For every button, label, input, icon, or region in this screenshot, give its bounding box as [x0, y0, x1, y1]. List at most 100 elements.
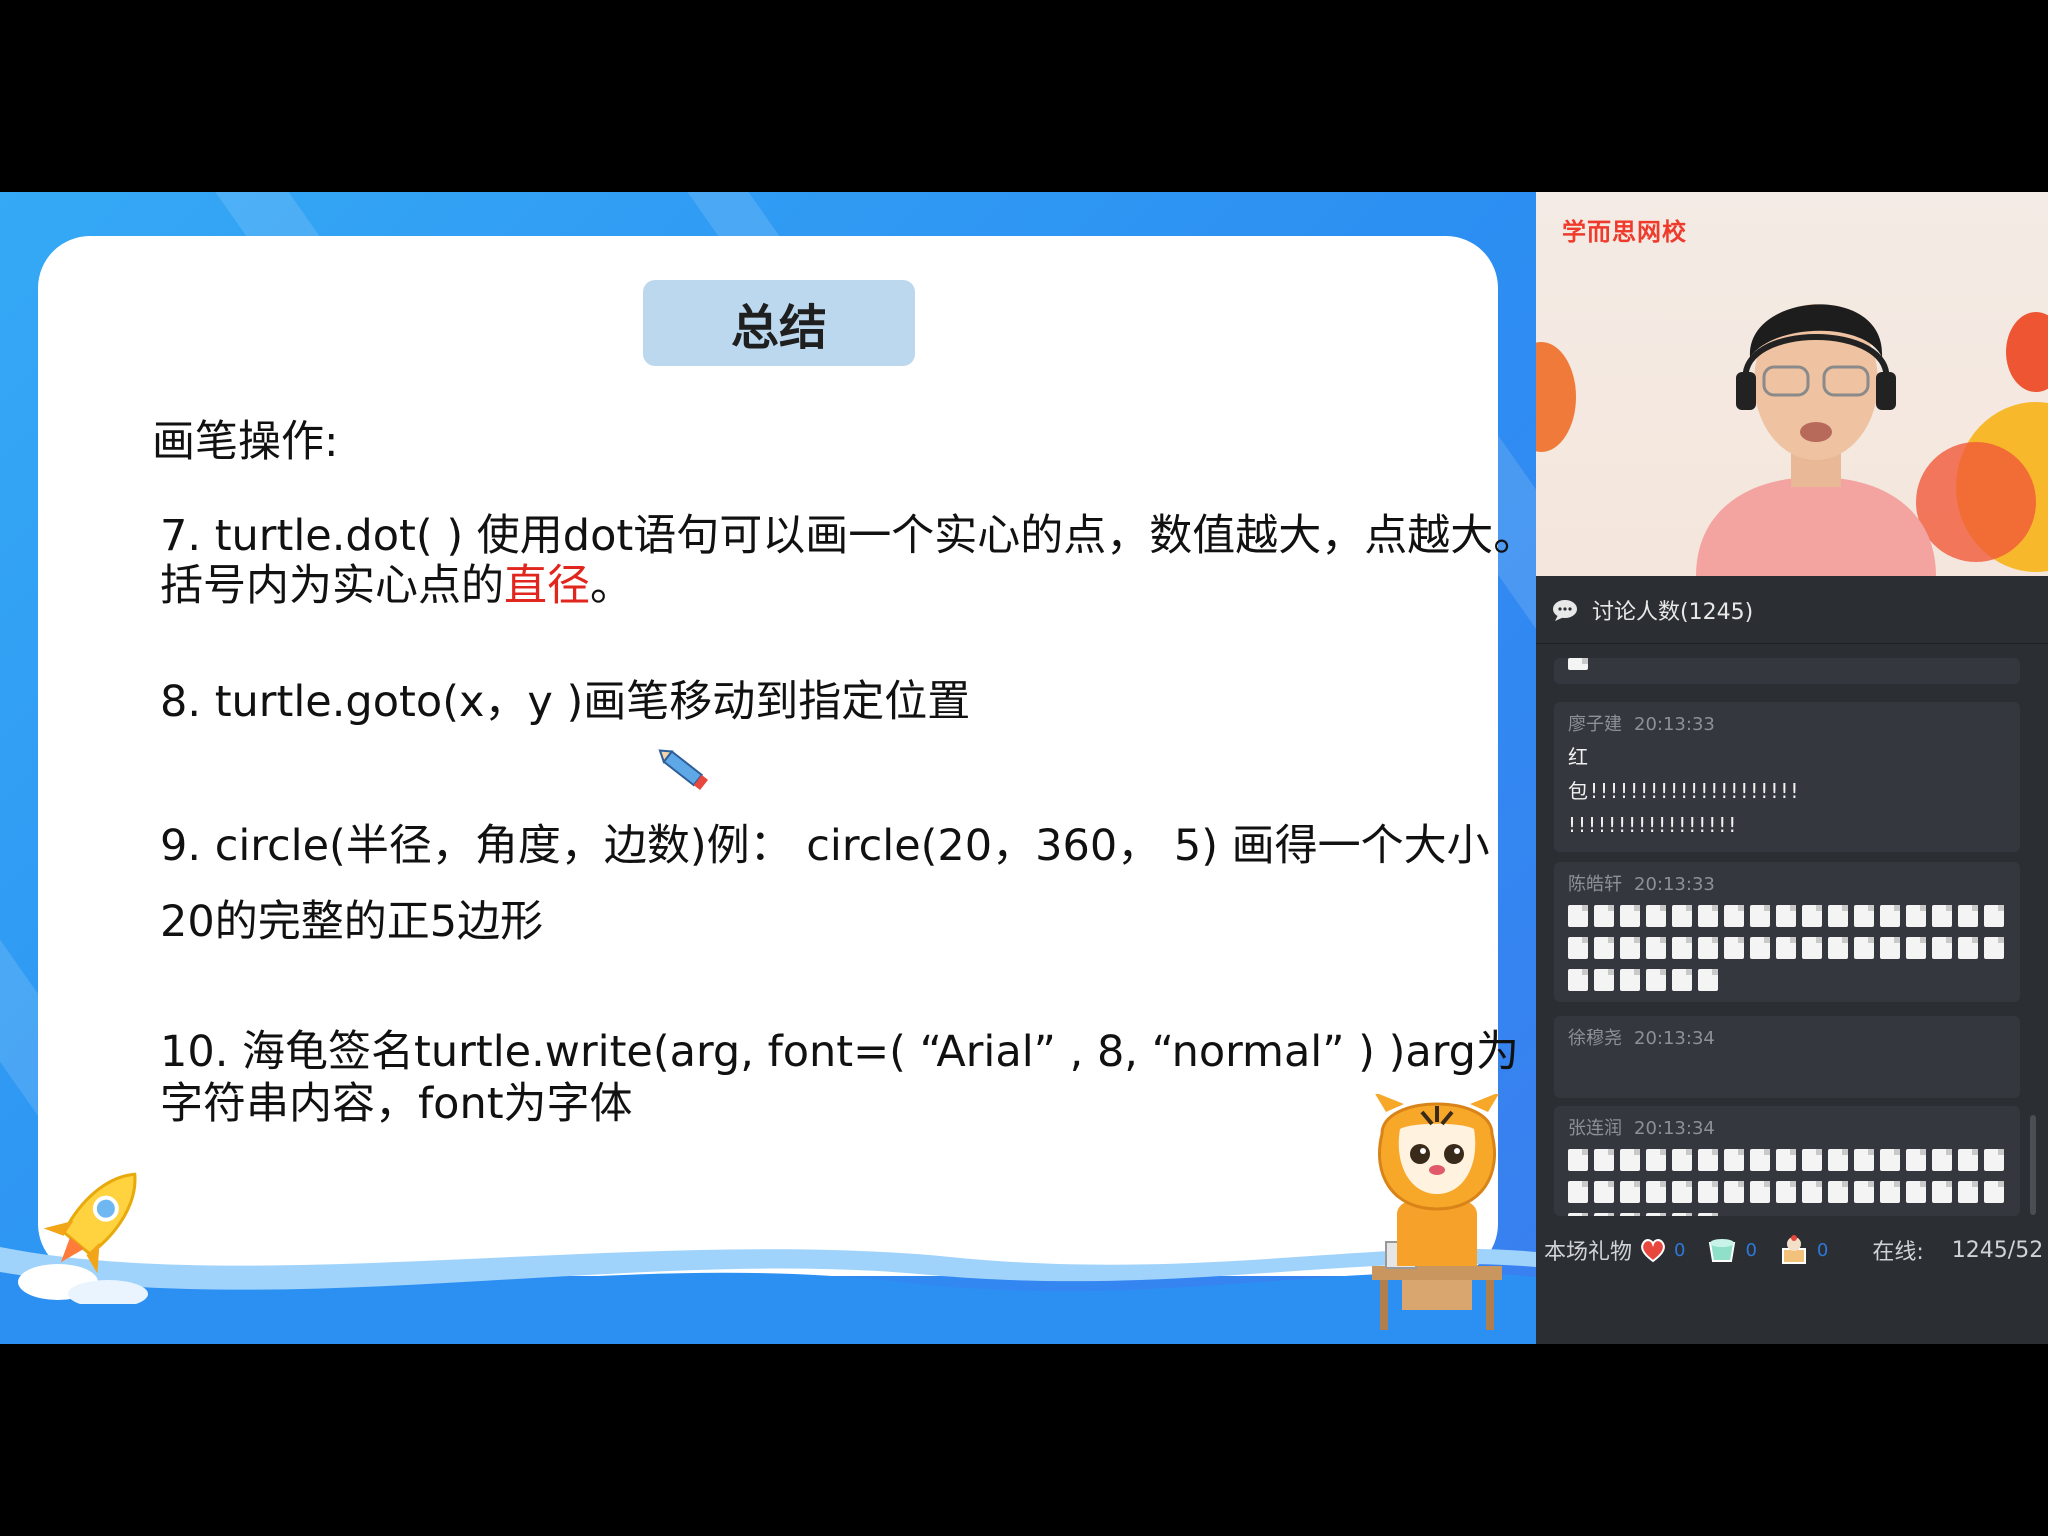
emoji-icon: [1958, 937, 1978, 959]
chat-scrollbar[interactable]: [2030, 1115, 2036, 1215]
emoji-icon: [1802, 937, 1822, 959]
emoji-icon: [1646, 969, 1666, 991]
bottom-wave: [0, 1247, 1536, 1344]
rocket-icon: [18, 1172, 148, 1304]
emoji-icon: [1776, 1149, 1796, 1171]
chat-message: [1554, 658, 2020, 684]
emoji-icon: [1698, 1213, 1718, 1216]
emoji-icon: [1620, 1149, 1640, 1171]
emoji-icon: [1568, 1149, 1588, 1171]
item-9-line-2: 20的完整的正5边形: [160, 897, 544, 947]
emoji-icon: [1802, 905, 1822, 927]
message-time: 20:13:34: [1634, 1118, 1715, 1139]
emoji-icon: [1568, 658, 1588, 670]
emoji-icon: [1854, 1181, 1874, 1203]
decor-balloon: [1536, 342, 1576, 452]
emoji-row: [1568, 900, 2010, 932]
gift-count: 0: [1674, 1239, 1686, 1261]
cup-gift-icon[interactable]: [1705, 1235, 1739, 1265]
emoji-icon: [1698, 905, 1718, 927]
emoji-icon: [1828, 937, 1848, 959]
emoji-row: [1568, 1144, 2010, 1176]
sender-name: 陈皓轩: [1568, 874, 1622, 895]
brand-logo: 学而思网校: [1562, 218, 1687, 246]
emoji-icon: [1932, 1181, 1952, 1203]
emoji-icon: [1750, 905, 1770, 927]
emoji-icon: [1698, 937, 1718, 959]
emoji-icon: [1646, 937, 1666, 959]
emoji-icon: [1620, 905, 1640, 927]
emoji-icon: [1984, 937, 2004, 959]
emoji-icon: [1672, 969, 1692, 991]
emoji-icon: [1698, 1149, 1718, 1171]
item-7-line-1: 7. turtle.dot( ) 使用dot语句可以画一个实心的点，数值越大，点…: [160, 511, 1536, 561]
slide-title: 总结: [643, 280, 915, 366]
teacher-avatar: [1696, 304, 1936, 576]
emoji-icon: [1750, 1149, 1770, 1171]
emoji-icon: [1750, 937, 1770, 959]
emoji-icon: [1620, 969, 1640, 991]
emoji-icon: [1724, 1149, 1744, 1171]
emoji-icon: [1828, 1181, 1848, 1203]
item-10-line-1: 10. 海龟签名turtle.write(arg, font=( “Arial”…: [160, 1027, 1519, 1077]
emoji-icon: [1568, 969, 1588, 991]
emoji-icon: [1724, 1181, 1744, 1203]
item-7-text: 括号内为实心点的: [160, 561, 504, 611]
emoji-icon: [1724, 905, 1744, 927]
heart-gift-icon[interactable]: [1638, 1237, 1668, 1263]
emoji-icon: [1984, 1149, 2004, 1171]
chat-message: 陈皓轩 20:13:33: [1554, 862, 2020, 1002]
emoji-icon: [1568, 905, 1588, 927]
chat-bubble-icon: [1553, 599, 1577, 621]
emoji-icon: [1880, 937, 1900, 959]
sender-name: 徐穆尧: [1568, 1028, 1622, 1049]
teacher-video: 学而思网校: [1536, 192, 2048, 576]
decor-balloon: [2006, 312, 2048, 392]
emoji-icon: [1594, 969, 1614, 991]
emoji-icon: [1594, 937, 1614, 959]
emoji-icon: [1568, 937, 1588, 959]
emoji-icon: [1932, 937, 1952, 959]
emoji-message: [1568, 1144, 2010, 1216]
emoji-icon: [1880, 1149, 1900, 1171]
item-9-line-1: 9. circle(半径，角度，边数)例： circle(20，360， 5) …: [160, 821, 1490, 871]
emoji-icon: [1568, 1181, 1588, 1203]
emoji-icon: [1646, 1149, 1666, 1171]
item-7-period: 。: [590, 561, 633, 611]
cake-gift-icon[interactable]: [1777, 1233, 1811, 1267]
emoji-icon: [1594, 905, 1614, 927]
emoji-icon: [1802, 1149, 1822, 1171]
emoji-icon: [1880, 905, 1900, 927]
emoji-icon: [1620, 1213, 1640, 1216]
emoji-icon: [1854, 1149, 1874, 1171]
emoji-icon: [1672, 937, 1692, 959]
message-meta: 陈皓轩 20:13:33: [1568, 870, 1715, 896]
chat-header: 讨论人数(1245): [1536, 576, 2048, 644]
chat-message: 徐穆尧 20:13:34: [1554, 1016, 2020, 1098]
chat-message: 廖子建 20:13:33 红 包!!!!!!!!!!!!!!!!!!!!! !!!…: [1554, 702, 2020, 852]
emoji-icon: [1906, 1149, 1926, 1171]
emoji-icon: [1906, 1181, 1926, 1203]
message-meta: 廖子建 20:13:33: [1568, 710, 1715, 736]
emoji-row: [1568, 932, 2010, 964]
emoji-message: [1568, 900, 2010, 996]
message-time: 20:13:33: [1634, 874, 1715, 895]
emoji-icon: [1776, 905, 1796, 927]
chat-footer: 本场礼物 0 0 0 在线: 1245/52: [1536, 1226, 2048, 1274]
gift-label: 本场礼物: [1544, 1240, 1633, 1265]
message-time: 20:13:34: [1634, 1028, 1715, 1049]
emoji-icon: [1854, 905, 1874, 927]
highlight-diameter: 直径: [504, 561, 590, 611]
emoji-icon: [1906, 905, 1926, 927]
message-text: 红 包!!!!!!!!!!!!!!!!!!!!! !!!!!!!!!!!!!!!…: [1568, 740, 1800, 842]
emoji-icon: [1802, 1181, 1822, 1203]
message-meta: 张连润 20:13:34: [1568, 1114, 1715, 1140]
gift-count: 0: [1816, 1239, 1829, 1261]
item-8: 8. turtle.goto(x，y )画笔移动到指定位置: [160, 677, 971, 727]
emoji-icon: [1828, 905, 1848, 927]
emoji-icon: [1932, 1149, 1952, 1171]
emoji-icon: [1958, 1181, 1978, 1203]
gift-count: 0: [1745, 1239, 1757, 1261]
emoji-icon: [1776, 1181, 1796, 1203]
emoji-icon: [1932, 905, 1952, 927]
